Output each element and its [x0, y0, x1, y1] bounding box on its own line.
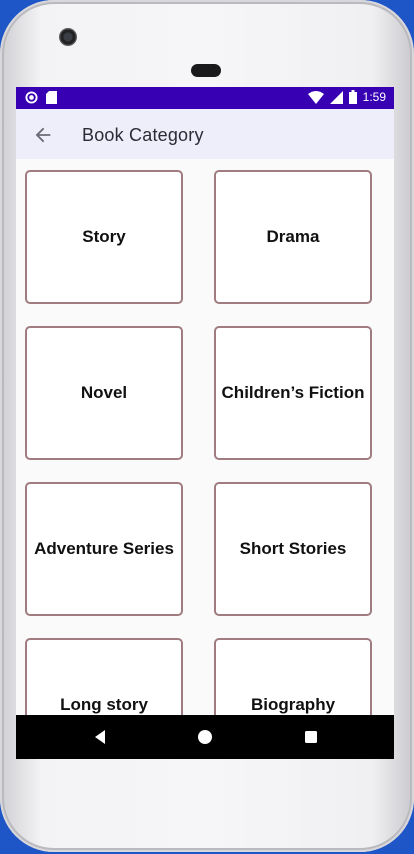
category-grid: Story Drama Novel Children’s Fiction Adv…: [16, 159, 394, 715]
record-icon: [25, 91, 38, 104]
category-card-biography[interactable]: Biography: [214, 638, 372, 715]
category-card-short-stories[interactable]: Short Stories: [214, 482, 372, 616]
wifi-icon: [307, 90, 324, 104]
category-card-long-story[interactable]: Long story: [25, 638, 183, 715]
phone-frame: 1:59 Book Category Story Drama Novel Chi…: [0, 0, 414, 852]
arrow-left-icon[interactable]: [32, 124, 54, 146]
category-card-childrens-fiction[interactable]: Children’s Fiction: [214, 326, 372, 460]
sd-card-icon: [46, 91, 57, 104]
recents-square-icon[interactable]: [302, 727, 320, 747]
category-card-story[interactable]: Story: [25, 170, 183, 304]
signal-icon: [329, 90, 343, 104]
category-label: Novel: [80, 383, 128, 402]
category-label: Children’s Fiction: [221, 383, 365, 402]
category-label: Story: [82, 227, 126, 246]
back-triangle-icon[interactable]: [91, 727, 109, 747]
status-time: 1:59: [362, 90, 386, 104]
page-title: Book Category: [82, 125, 204, 145]
screen: 1:59 Book Category Story Drama Novel Chi…: [16, 87, 394, 759]
home-circle-icon[interactable]: [196, 727, 214, 747]
category-label: Biography: [250, 695, 336, 714]
category-card-adventure-series[interactable]: Adventure Series: [25, 482, 183, 616]
category-label: Long story: [60, 695, 148, 714]
category-card-drama[interactable]: Drama: [214, 170, 372, 304]
category-card-novel[interactable]: Novel: [25, 326, 183, 460]
status-bar: 1:59: [16, 87, 394, 109]
category-label: Short Stories: [239, 539, 347, 558]
front-camera: [59, 28, 77, 46]
earpiece-speaker: [191, 64, 221, 77]
category-label: Drama: [266, 227, 320, 246]
navigation-bar: [16, 715, 394, 759]
battery-icon: [348, 90, 357, 104]
app-bar: Book Category: [16, 109, 394, 159]
category-label: Adventure Series: [34, 539, 174, 558]
